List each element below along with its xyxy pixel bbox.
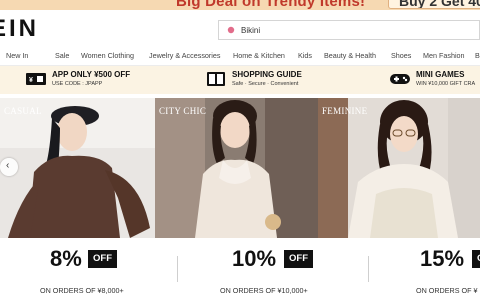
benefits-strip: ¥ APP ONLY ¥500 OFF USE CODE : JPAPP SHO…	[0, 66, 480, 94]
nav-item-beauty[interactable]: Beauty & Health	[324, 51, 376, 60]
hero-carousel[interactable]: CASUAL CITY CHIC FEMININE ‹	[0, 98, 480, 238]
hero-image-city-chic	[155, 98, 318, 238]
search-bar[interactable]	[218, 20, 480, 40]
site-header: EIN	[0, 10, 480, 44]
hero-panel-feminine[interactable]: FEMININE	[318, 98, 480, 238]
svg-text:¥: ¥	[29, 77, 33, 84]
discount-condition: ON ORDERS OF ¥10,000+	[220, 286, 308, 295]
hero-panel-casual[interactable]: CASUAL	[0, 98, 155, 238]
benefit-title: APP ONLY ¥500 OFF	[52, 70, 131, 79]
category-nav: New In Sale Women Clothing Jewelry & Acc…	[0, 46, 480, 66]
nav-item-kids[interactable]: Kids	[298, 51, 312, 60]
promo-banner[interactable]: Big Deal on Trendy Items! Buy 2 Get 40	[0, 0, 480, 10]
discount-percent: 10%	[232, 246, 277, 271]
promo-cta-button[interactable]: Buy 2 Get 40	[388, 0, 480, 9]
divider	[177, 256, 178, 282]
discount-row: 8% OFF ON ORDERS OF ¥8,000+ 10% OFF ON O…	[0, 238, 480, 300]
discount-percent: 8%	[50, 246, 82, 271]
off-badge: OFF	[472, 250, 480, 268]
nav-item-shoes[interactable]: Shoes	[391, 51, 411, 60]
brand-logo[interactable]: EIN	[0, 15, 39, 43]
benefit-sub: USE CODE : JPAPP	[52, 81, 103, 87]
off-badge: OFF	[284, 250, 313, 268]
discount-tier-3[interactable]: 15% OFF ON ORDERS OF ¥	[372, 246, 480, 296]
discount-condition: ON ORDERS OF ¥8,000+	[40, 286, 124, 295]
app-icon: ¥	[26, 73, 46, 85]
promo-text: Big Deal on Trendy Items!	[176, 0, 366, 10]
search-input[interactable]	[241, 23, 471, 38]
discount-tier-2[interactable]: 10% OFF ON ORDERS OF ¥10,000+	[180, 246, 360, 296]
divider	[368, 256, 369, 282]
discount-tier-1[interactable]: 8% OFF ON ORDERS OF ¥8,000+	[0, 246, 160, 296]
hero-tag: CASUAL	[4, 106, 42, 116]
off-badge: OFF	[88, 250, 117, 268]
nav-item-women-clothing[interactable]: Women Clothing	[81, 51, 134, 60]
hero-panel-city-chic[interactable]: CITY CHIC	[155, 98, 318, 238]
chevron-left-icon: ‹	[6, 160, 10, 171]
nav-item-jewelry[interactable]: Jewelry & Accessories	[149, 51, 221, 60]
nav-item-new-in[interactable]: New In	[6, 51, 28, 60]
nav-item-sale[interactable]: Sale	[55, 51, 69, 60]
hero-image-casual	[0, 98, 155, 238]
discount-condition: ON ORDERS OF ¥	[416, 286, 478, 295]
benefit-sub: Safe · Secure · Convenient	[232, 81, 299, 87]
book-icon	[207, 72, 225, 86]
nav-item-more[interactable]: B	[475, 51, 480, 60]
benefit-title: SHOPPING GUIDE	[232, 70, 302, 79]
nav-item-men-fashion[interactable]: Men Fashion	[423, 51, 465, 60]
discount-percent: 15%	[420, 246, 465, 271]
search-tag-icon	[227, 26, 235, 34]
carousel-prev-button[interactable]: ‹	[0, 158, 18, 176]
benefit-title: MINI GAMES	[416, 70, 465, 79]
benefit-sub: WIN ¥10,000 GIFT CRA	[416, 81, 476, 87]
gamepad-icon	[390, 74, 410, 84]
hero-tag: CITY CHIC	[159, 106, 207, 116]
hero-image-feminine	[318, 98, 480, 238]
hero-tag: FEMININE	[322, 106, 368, 116]
nav-item-home-kitchen[interactable]: Home & Kitchen	[233, 51, 285, 60]
